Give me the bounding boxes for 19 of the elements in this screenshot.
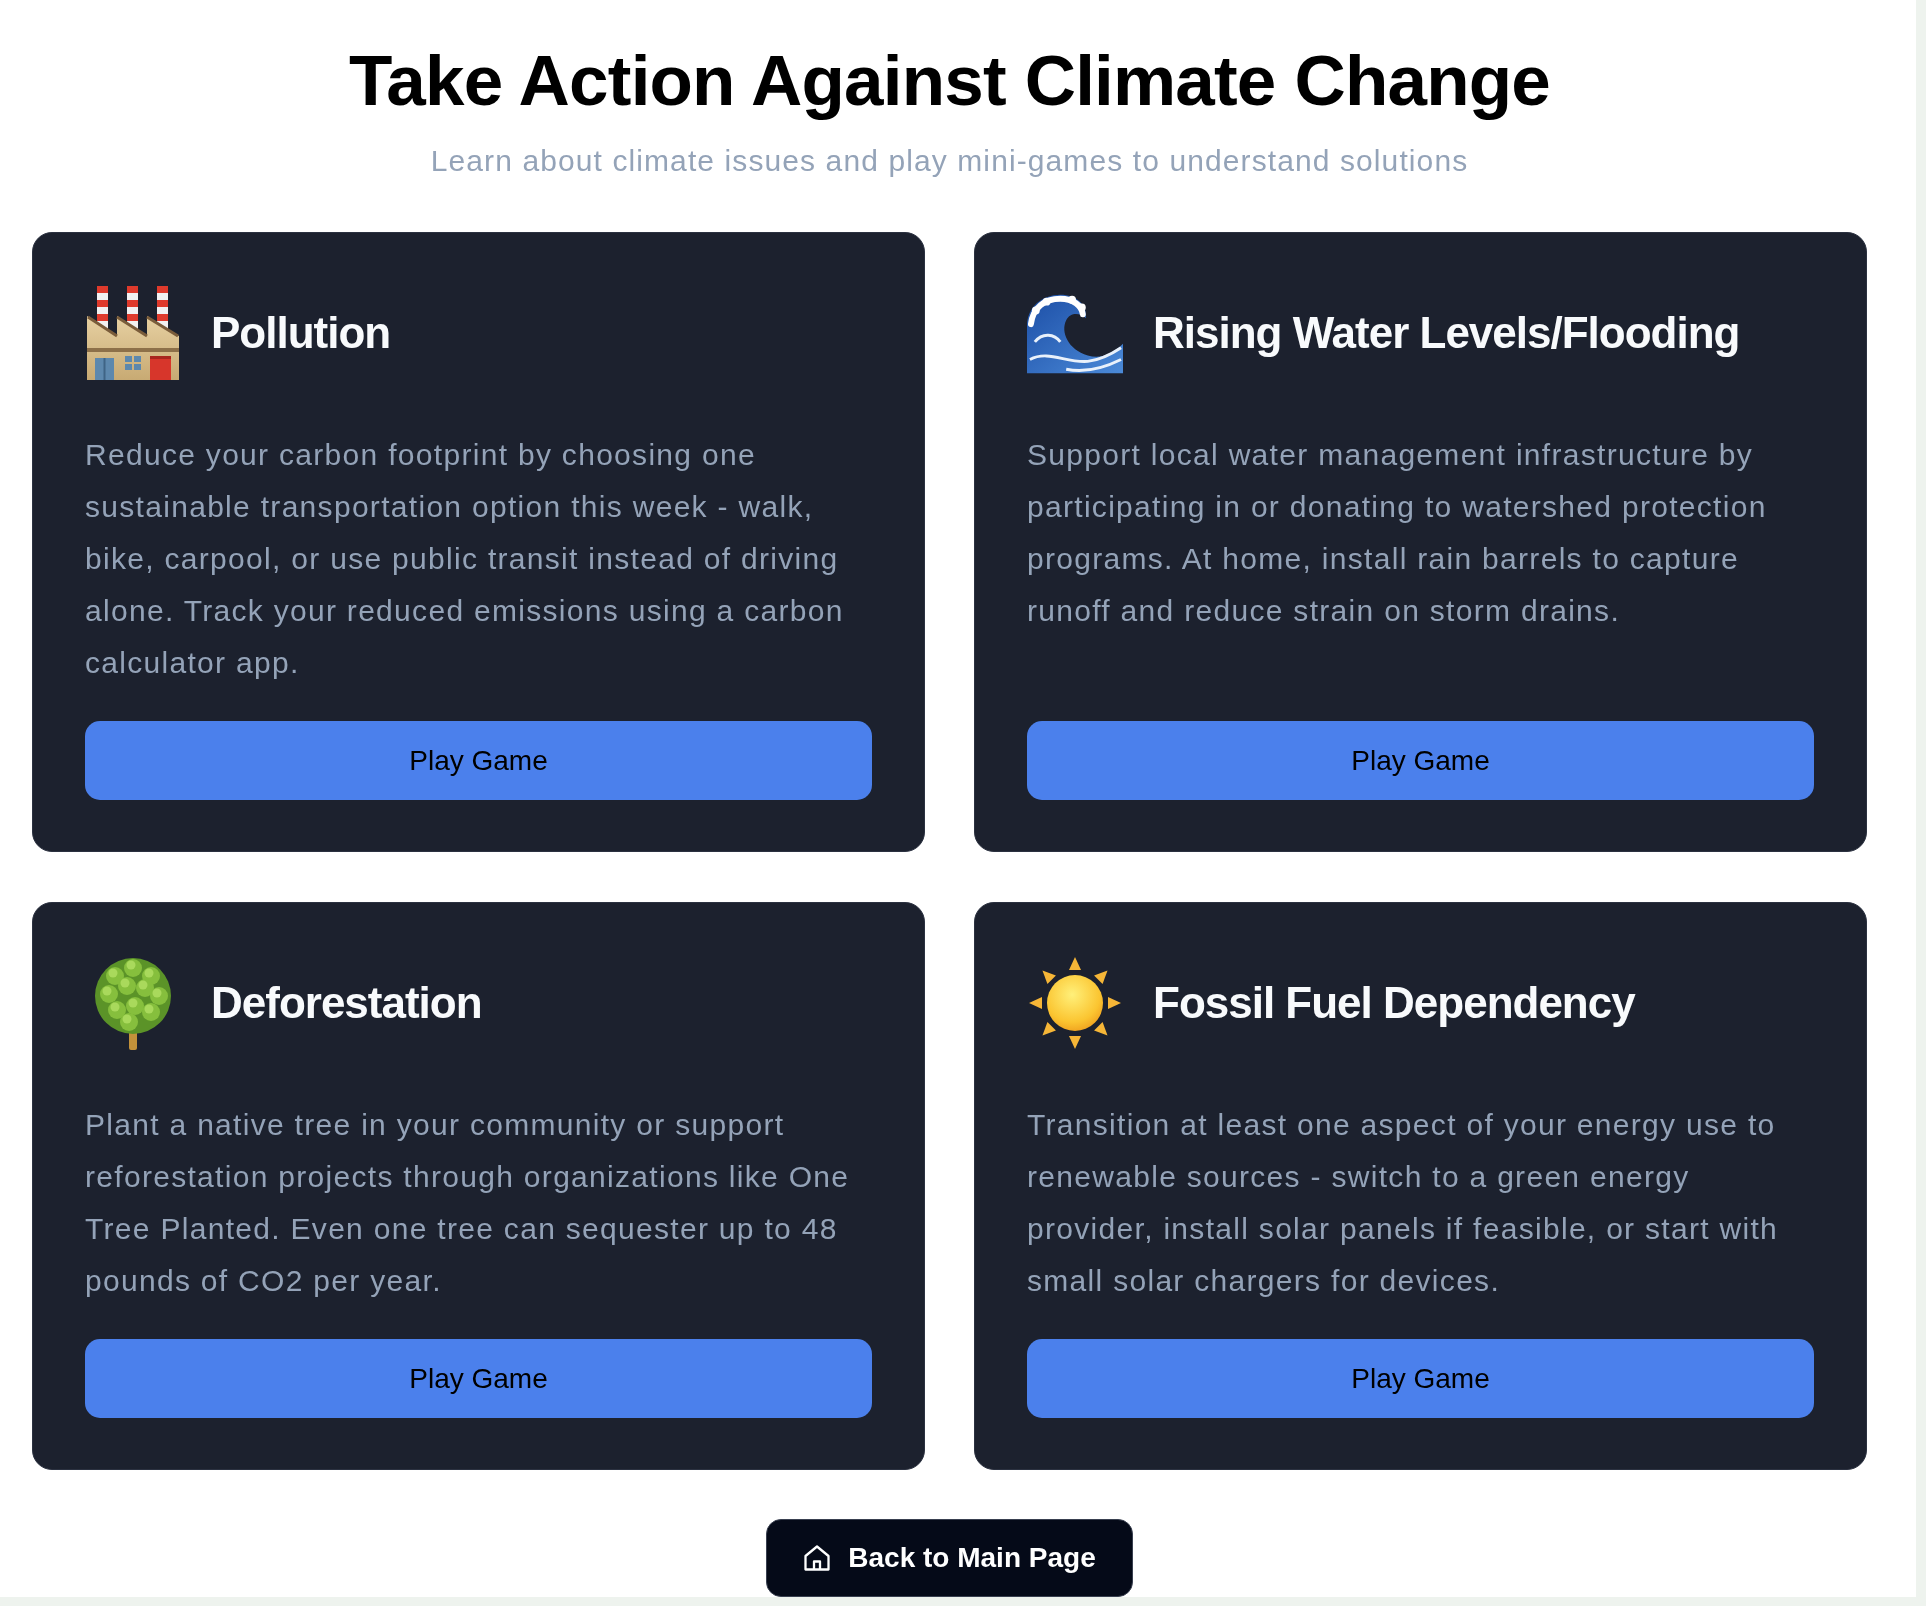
- play-game-button[interactable]: Play Game: [1027, 1339, 1814, 1418]
- card-title: Fossil Fuel Dependency: [1153, 977, 1635, 1029]
- play-game-button[interactable]: Play Game: [85, 721, 872, 800]
- card-description: Transition at least one aspect of your energy use to renewable sources - switch to a green energy provider, install solar panels if feasible, or start with small solar chargers for devices.: [1027, 1107, 1780, 1299]
- card-description: Reduce your carbon footprint by choosing one sustainable transportation option this week - walk, bike, carpool, or use public transit instead of driving alone. Track your reduced emissions using a carbon calculator app.: [85, 437, 845, 681]
- sun-icon: [1028, 956, 1122, 1050]
- wave-icon: [1027, 292, 1123, 374]
- card-title: Deforestation: [211, 977, 482, 1029]
- card-title: Pollution: [211, 307, 391, 359]
- card-title: Rising Water Levels/Flooding: [1153, 307, 1740, 359]
- play-game-button[interactable]: Play Game: [1027, 721, 1814, 800]
- card-description: Plant a native tree in your community or support reforestation projects through organizations like One Tree Planted. Even one tree can sequester up to 48 pounds of CO2 per year.: [85, 1107, 851, 1299]
- factory-icon: [87, 286, 179, 380]
- card-description: Support local water management infrastructure by participating in or donating to watershed protection programs. At home, install rain barrels to capture runoff and reduce strain on storm drains.: [1027, 437, 1768, 629]
- play-game-button[interactable]: Play Game: [85, 1339, 872, 1418]
- page-subtitle: Learn about climate issues and play mini-games to understand solutions: [430, 143, 1469, 179]
- back-button[interactable]: Back to Main Page: [766, 1519, 1133, 1597]
- home-icon: [803, 1544, 832, 1572]
- page-title: Take Action Against Climate Change: [348, 40, 1551, 122]
